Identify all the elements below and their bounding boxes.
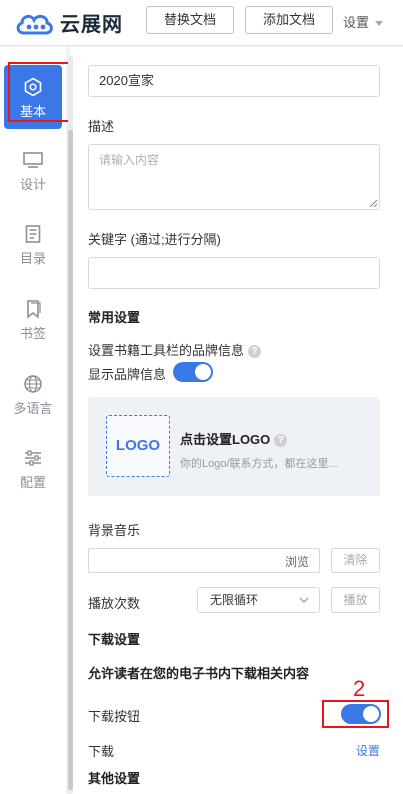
sidebar-item-label: 书签 <box>19 326 46 341</box>
sidebar: 基本 设计 目录 书签 多语言 配置 <box>0 47 66 794</box>
sidebar-item-language[interactable]: 多语言 <box>0 374 66 438</box>
download-button-label: 下载按钮 <box>88 709 141 724</box>
logo-description: 你的Logo/联系方式，都在这里... <box>180 458 338 470</box>
description-textarea[interactable]: 请输入内容 <box>88 144 380 210</box>
bg-music-label: 背景音乐 <box>88 523 141 538</box>
sidebar-item-label: 配置 <box>19 475 46 490</box>
title-input[interactable]: 2020宣家 <box>88 65 380 97</box>
sidebar-item-toc[interactable]: 目录 <box>0 224 66 288</box>
brand-info-label: 设置书籍工具栏的品牌信息? <box>88 340 262 359</box>
sliders-icon <box>25 450 41 466</box>
app-logo[interactable]: 云展网 <box>14 8 123 37</box>
sidebar-item-bookmark[interactable]: 书签 <box>0 299 66 363</box>
download-settings-heading: 下载设置 <box>88 632 141 647</box>
logo-title: 点击设置LOGO? <box>180 429 288 448</box>
logo-settings-card[interactable]: LOGO 点击设置LOGO? 你的Logo/联系方式，都在这里... <box>88 397 380 496</box>
download-allow-text: 允许读者在您的电子书内下载相关内容 <box>88 666 310 681</box>
common-settings-heading: 常用设置 <box>88 310 141 325</box>
download-label: 下载 <box>88 744 115 759</box>
sidebar-item-design[interactable]: 设计 <box>0 150 66 214</box>
help-icon[interactable]: ? <box>248 345 262 359</box>
play-mode-value: 无限循环 <box>210 593 259 607</box>
keywords-input[interactable] <box>88 257 380 289</box>
sidebar-item-label: 设计 <box>19 177 46 192</box>
show-brand-toggle[interactable] <box>173 362 213 382</box>
sidebar-item-config[interactable]: 配置 <box>0 448 66 512</box>
top-header: 云展网 替换文档 添加文档 设置 <box>0 0 403 46</box>
annotation-box-1 <box>8 62 71 122</box>
logo-text: 云展网 <box>60 14 123 36</box>
annotation-number-2: 2 <box>353 676 366 701</box>
sidebar-item-label: 多语言 <box>13 401 53 416</box>
resize-handle-icon <box>369 199 378 208</box>
monitor-icon <box>23 152 43 168</box>
play-mode-select[interactable]: 无限循环 <box>197 587 320 613</box>
globe-icon <box>24 375 42 393</box>
cloud-logo-icon <box>16 14 53 34</box>
add-document-button[interactable]: 添加文档 <box>245 6 333 34</box>
play-button[interactable]: 播放 <box>331 587 380 613</box>
clear-button[interactable]: 清除 <box>331 548 380 573</box>
description-label: 描述 <box>88 119 115 134</box>
download-settings-link[interactable]: 设置 <box>356 742 380 759</box>
settings-menu[interactable]: 设置 <box>343 12 383 31</box>
scrollbar-thumb[interactable] <box>68 130 73 790</box>
keywords-label: 关键字 (通过;进行分隔) <box>88 232 221 247</box>
chevron-down-icon <box>299 597 309 603</box>
play-count-label: 播放次数 <box>88 596 141 611</box>
logo-title-text: 点击设置LOGO <box>180 432 271 447</box>
toggle-knob <box>195 364 211 380</box>
help-icon[interactable]: ? <box>274 434 288 448</box>
replace-document-button[interactable]: 替换文档 <box>146 6 234 34</box>
sidebar-item-label: 目录 <box>19 251 46 266</box>
bookmark-icon <box>27 300 41 319</box>
show-brand-label: 显示品牌信息 <box>88 367 167 382</box>
logo-placeholder[interactable]: LOGO <box>106 415 170 477</box>
document-list-icon <box>25 225 41 243</box>
browse-button[interactable]: 浏览 <box>285 553 309 570</box>
brand-info-text: 设置书籍工具栏的品牌信息 <box>88 343 245 358</box>
caret-down-icon <box>374 20 383 26</box>
settings-label: 设置 <box>343 15 370 30</box>
other-settings-heading: 其他设置 <box>88 771 141 786</box>
annotation-box-2 <box>322 700 389 728</box>
bg-music-input[interactable]: 浏览 <box>88 548 320 573</box>
